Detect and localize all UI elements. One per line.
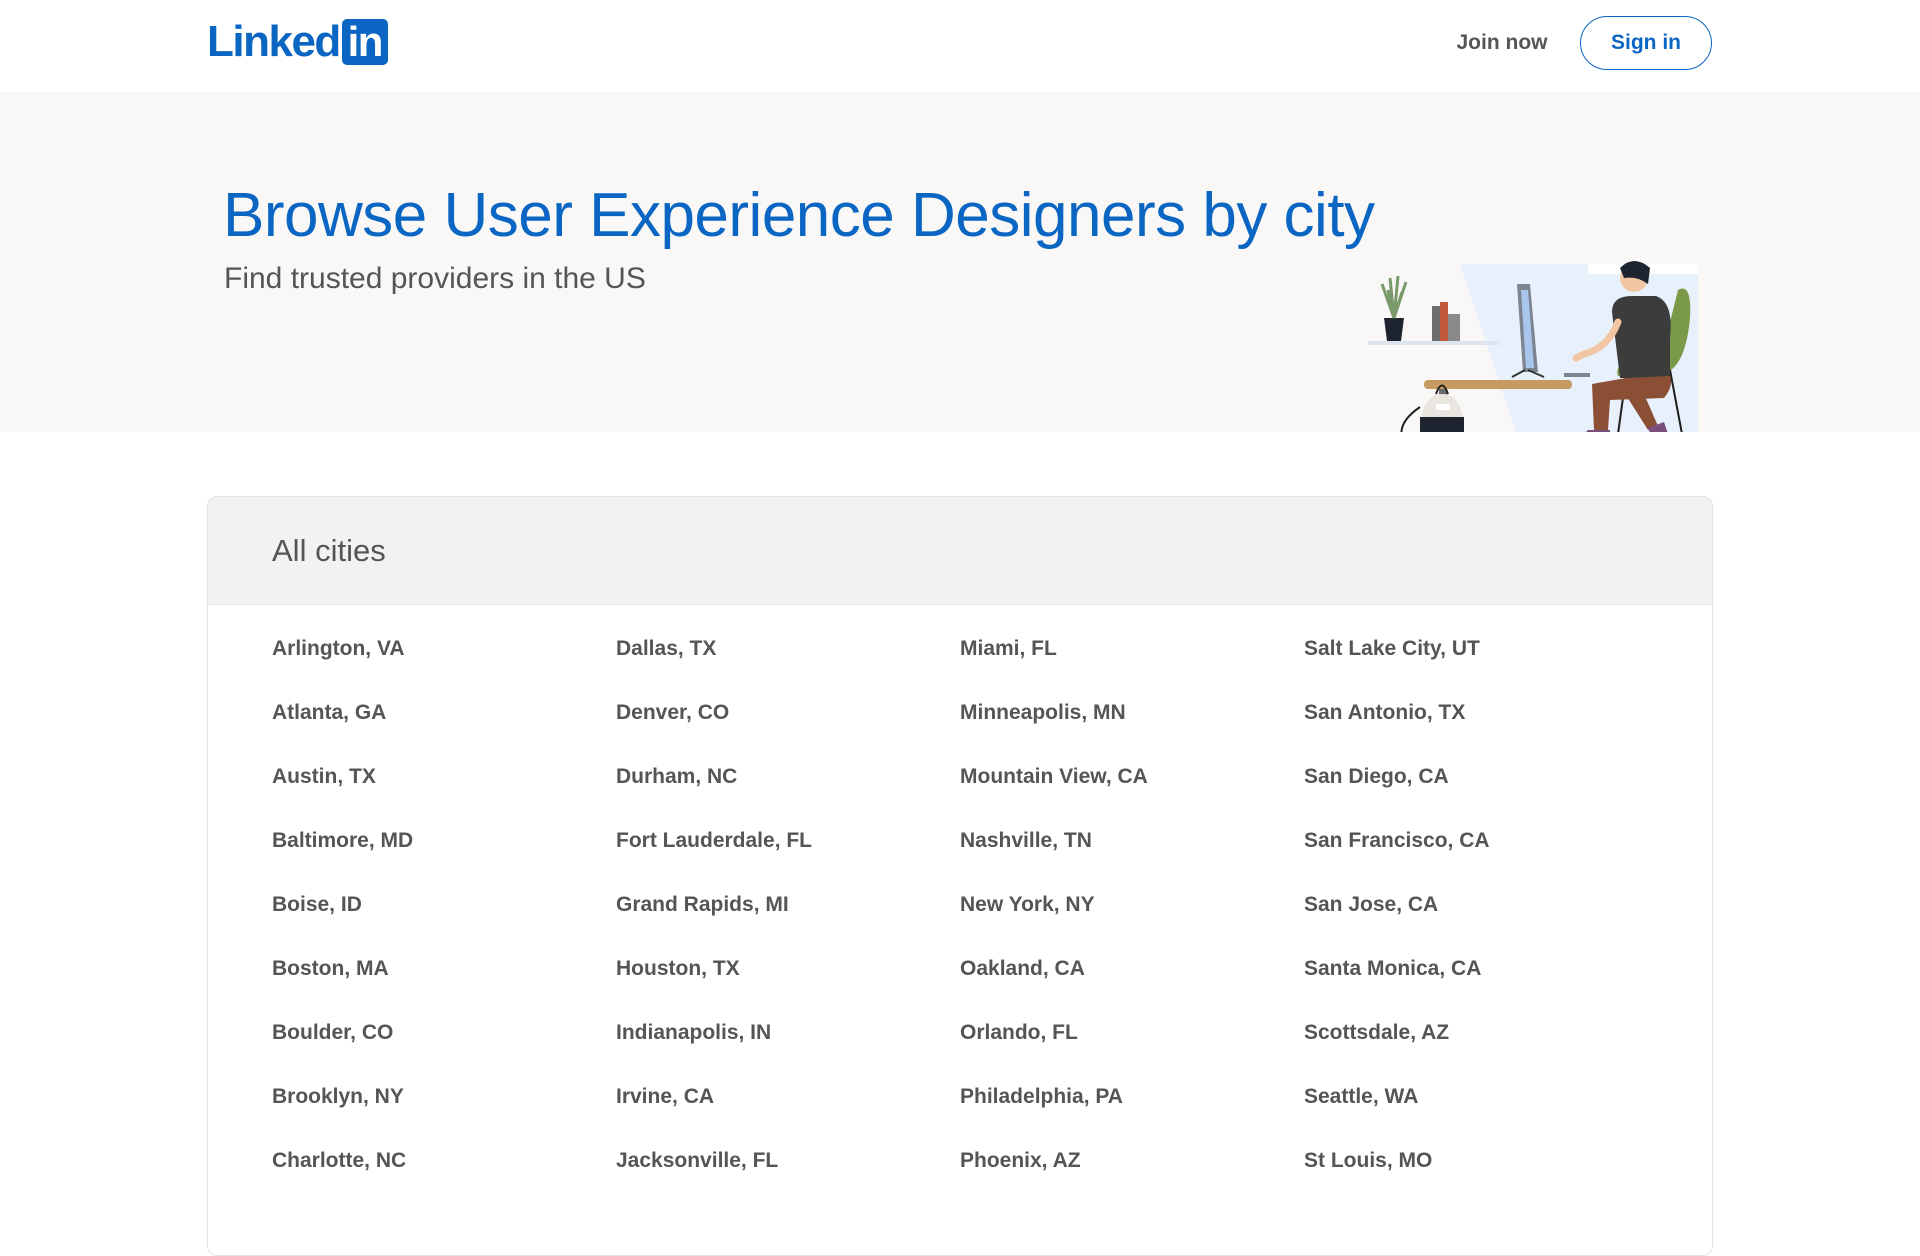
hero-banner: Browse User Experience Designers by city… (0, 92, 1920, 432)
city-link[interactable]: Phoenix, AZ (960, 1133, 1304, 1197)
join-now-link[interactable]: Join now (1440, 22, 1564, 64)
city-link[interactable]: Grand Rapids, MI (616, 877, 960, 941)
city-link[interactable]: Nashville, TN (960, 813, 1304, 877)
city-link[interactable]: New York, NY (960, 877, 1304, 941)
logo-text: Linked (207, 17, 341, 66)
city-link[interactable]: Santa Monica, CA (1304, 941, 1648, 1005)
city-link[interactable]: Jacksonville, FL (616, 1133, 960, 1197)
city-link[interactable]: Baltimore, MD (272, 813, 616, 877)
card-header: All cities (208, 497, 1712, 605)
logo-in-box: in (341, 19, 388, 65)
city-link[interactable]: Austin, TX (272, 749, 616, 813)
city-link[interactable]: Durham, NC (616, 749, 960, 813)
city-link[interactable]: Philadelphia, PA (960, 1069, 1304, 1133)
city-link[interactable]: Mountain View, CA (960, 749, 1304, 813)
city-link[interactable]: San Jose, CA (1304, 877, 1648, 941)
city-link[interactable]: Scottsdale, AZ (1304, 1005, 1648, 1069)
city-link[interactable]: Atlanta, GA (272, 685, 616, 749)
city-link[interactable]: Dallas, TX (616, 621, 960, 685)
city-link[interactable]: Boston, MA (272, 941, 616, 1005)
city-link[interactable]: Houston, TX (616, 941, 960, 1005)
linkedin-logo[interactable]: Linked in (207, 19, 388, 65)
page-title: Browse User Experience Designers by city (223, 181, 1375, 250)
city-link[interactable]: Salt Lake City, UT (1304, 621, 1648, 685)
city-link[interactable]: Oakland, CA (960, 941, 1304, 1005)
city-link[interactable]: Seattle, WA (1304, 1069, 1648, 1133)
person-at-desk-illustration (1368, 261, 1698, 432)
city-link[interactable]: San Francisco, CA (1304, 813, 1648, 877)
city-link[interactable]: Indianapolis, IN (616, 1005, 960, 1069)
city-link[interactable]: Brooklyn, NY (272, 1069, 616, 1133)
all-cities-card: All cities Arlington, VA Dallas, TX Miami,… (207, 496, 1713, 1256)
city-link[interactable]: Irvine, CA (616, 1069, 960, 1133)
city-link[interactable]: Minneapolis, MN (960, 685, 1304, 749)
city-link[interactable]: Miami, FL (960, 621, 1304, 685)
city-link[interactable]: Fort Lauderdale, FL (616, 813, 960, 877)
city-link[interactable]: Denver, CO (616, 685, 960, 749)
all-cities-title: All cities (272, 532, 386, 568)
city-link[interactable]: Boise, ID (272, 877, 616, 941)
top-nav: Linked in Join now Sign in (0, 0, 1920, 92)
city-link[interactable]: Orlando, FL (960, 1005, 1304, 1069)
city-grid: Arlington, VA Dallas, TX Miami, FL Salt Lak… (272, 621, 1648, 1197)
page-subtitle: Find trusted providers in the US (224, 262, 646, 295)
city-link[interactable]: Boulder, CO (272, 1005, 616, 1069)
city-link[interactable]: San Diego, CA (1304, 749, 1648, 813)
city-link[interactable]: San Antonio, TX (1304, 685, 1648, 749)
city-link[interactable]: St Louis, MO (1304, 1133, 1648, 1197)
city-link[interactable]: Charlotte, NC (272, 1133, 616, 1197)
city-link[interactable]: Arlington, VA (272, 621, 616, 685)
sign-in-button[interactable]: Sign in (1580, 16, 1712, 70)
